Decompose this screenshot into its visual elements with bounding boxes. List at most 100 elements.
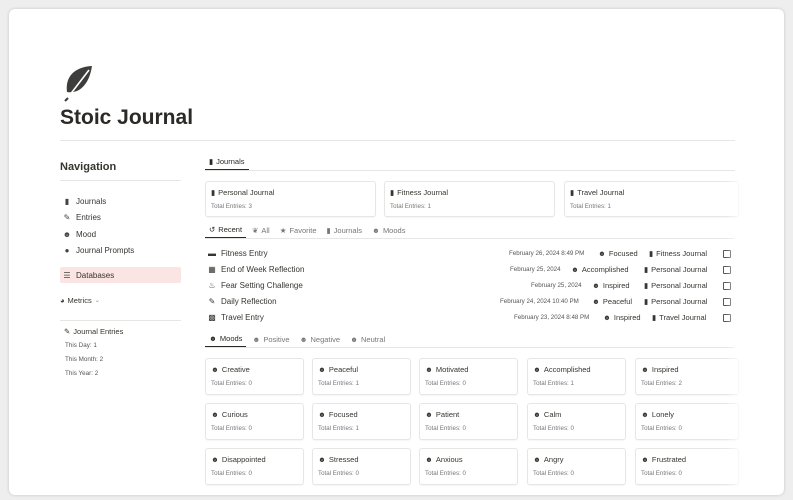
smiley-icon: ☻	[641, 455, 649, 464]
mood-card[interactable]: ☻ Patient Total Entries: 0	[419, 403, 518, 440]
mood-name: Calm	[543, 410, 562, 419]
leaf-icon: ❦	[252, 225, 259, 235]
lightbulb-icon: ●	[64, 245, 70, 255]
mood-name: Angry	[543, 455, 564, 464]
entry-row[interactable]: ♨ Fear Setting Challenge February 25, 202…	[205, 278, 735, 294]
mood-card[interactable]: ☻ Disappointed Total Entries: 0	[205, 448, 304, 485]
journal-name-label: Fitness Journal	[397, 188, 448, 197]
metrics-toggle[interactable]: ◕ Metrics ⌄	[60, 296, 100, 305]
mood-card[interactable]: ☻ Anxious Total Entries: 0	[419, 448, 518, 485]
tab-moods[interactable]: ☻ Moods	[368, 222, 409, 238]
nav-item-label: Journal Prompts	[76, 245, 135, 255]
smiley-icon: ☻	[425, 410, 433, 419]
smiley-icon: ☻	[211, 410, 219, 419]
entry-row[interactable]: ✎ Daily Reflection February 24, 2024 10:4…	[205, 294, 735, 310]
favorite-checkbox[interactable]	[723, 314, 731, 322]
nav-item-mood[interactable]: ☻ Mood	[60, 226, 181, 242]
mood-name: Disappointed	[221, 455, 266, 464]
entry-date: February 25, 2024	[531, 282, 582, 289]
entry-date: February 26, 2024 8:49 PM	[509, 250, 585, 257]
journal-name-label: Travel Journal	[577, 188, 625, 197]
database-icon: ☰	[63, 270, 71, 280]
mood-name: Patient	[435, 410, 460, 419]
entry-journal: Personal Journal	[651, 265, 708, 274]
mood-entry-count: Total Entries: 0	[211, 425, 252, 432]
entry-row[interactable]: ▩ Travel Entry February 23, 2024 8:48 PM …	[205, 310, 735, 326]
favorite-checkbox[interactable]	[723, 298, 731, 306]
leaf-icon[interactable]	[62, 64, 96, 102]
nav-item-databases[interactable]: ☰ Databases	[60, 267, 181, 283]
pen-icon: ✎	[64, 327, 71, 336]
mood-card[interactable]: ☻ Creative Total Entries: 0	[205, 358, 304, 395]
mood-card[interactable]: ☻ Curious Total Entries: 0	[205, 403, 304, 440]
tab-moods[interactable]: ☻ Moods	[205, 331, 247, 347]
smiley-icon: ☻	[598, 249, 606, 258]
entry-title: Daily Reflection	[221, 297, 277, 306]
mood-card[interactable]: ☻ Frustrated Total Entries: 0	[635, 448, 739, 485]
nav-item-label: Entries	[76, 212, 101, 222]
mood-card[interactable]: ☻ Calm Total Entries: 0	[527, 403, 626, 440]
mood-card[interactable]: ☻ Peaceful Total Entries: 1	[312, 358, 411, 395]
nav-item-label: Databases	[76, 270, 115, 280]
tab-journals[interactable]: ▮ Journals	[323, 222, 367, 238]
entry-mood: Inspired	[602, 281, 630, 290]
entries-view-tabs: ↺ Recent ❦ All ★ Favorite ▮ Journals ☻ Moods	[205, 223, 735, 239]
favorite-checkbox[interactable]	[723, 250, 731, 258]
mood-name: Motivated	[435, 365, 469, 374]
smiley-icon: ☻	[533, 455, 541, 464]
tab-label: Moods	[382, 225, 406, 235]
mood-name: Frustrated	[651, 455, 687, 464]
smiley-icon: ☻	[211, 365, 219, 374]
journal-name: ▮ Personal Journal	[211, 188, 274, 197]
smiley-icon: ☻	[425, 455, 433, 464]
mood-card[interactable]: ☻ Angry Total Entries: 0	[527, 448, 626, 485]
mood-card[interactable]: ☻ Lonely Total Entries: 0	[635, 403, 739, 440]
book-icon: ▮	[390, 188, 395, 197]
entry-date: February 24, 2024 10:40 PM	[500, 298, 579, 305]
mood-card[interactable]: ☻ Stressed Total Entries: 0	[312, 448, 411, 485]
mood-card[interactable]: ☻ Motivated Total Entries: 0	[419, 358, 518, 395]
smiley-icon: ☻	[533, 410, 541, 419]
journal-card[interactable]: ▮ Travel Journal Total Entries: 1	[564, 181, 739, 217]
journal-card[interactable]: ▮ Personal Journal Total Entries: 3	[205, 181, 376, 217]
title-divider	[60, 140, 735, 141]
entry-row[interactable]: ▬ Fitness Entry February 26, 2024 8:49 PM…	[205, 246, 735, 262]
entry-row[interactable]: ▦ End of Week Reflection February 25, 202…	[205, 262, 735, 278]
tab-neutral[interactable]: ☻ Neutral	[346, 331, 389, 347]
nav-item-journals[interactable]: ▮ Journals	[60, 193, 181, 209]
tab-negative[interactable]: ☻ Negative	[296, 331, 345, 347]
mood-card[interactable]: ☻ Inspired Total Entries: 2	[635, 358, 739, 395]
smiley-icon: ☻	[350, 334, 359, 344]
tab-recent[interactable]: ↺ Recent	[205, 222, 247, 238]
mood-card[interactable]: ☻ Focused Total Entries: 1	[312, 403, 411, 440]
mood-entry-count: Total Entries: 1	[533, 380, 574, 387]
smiley-icon: ☻	[318, 365, 326, 374]
favorite-checkbox[interactable]	[723, 282, 731, 290]
mood-entry-count: Total Entries: 0	[211, 380, 252, 387]
journal-entry-count: Total Entries: 1	[570, 203, 611, 210]
history-icon: ↺	[209, 225, 216, 234]
journals-view-tabs: ▮ Journals	[205, 155, 735, 171]
notion-page: Stoic Journal Navigation ▮ Journals ✎ En…	[9, 9, 784, 495]
smiley-icon: ☻	[641, 410, 649, 419]
nav-item-journal-prompts[interactable]: ● Journal Prompts	[60, 242, 181, 258]
tab-all[interactable]: ❦ All	[248, 222, 274, 238]
nav-item-entries[interactable]: ✎ Entries	[60, 209, 181, 225]
tab-positive[interactable]: ☻ Positive	[248, 331, 293, 347]
favorite-checkbox[interactable]	[723, 266, 731, 274]
journal-card[interactable]: ▮ Fitness Journal Total Entries: 1	[384, 181, 555, 217]
entry-mood: Peaceful	[602, 297, 633, 306]
entry-journal: Personal Journal	[651, 297, 708, 306]
mood-name: Focused	[328, 410, 358, 419]
mood-name: Creative	[221, 365, 250, 374]
book-icon: ▮	[644, 297, 649, 306]
chevron-down-icon: ⌄	[94, 298, 100, 304]
tab-favorite[interactable]: ★ Favorite	[276, 222, 321, 238]
mood-card[interactable]: ☻ Accomplished Total Entries: 1	[527, 358, 626, 395]
star-icon: ★	[279, 225, 287, 235]
tab-label: Recent	[218, 225, 243, 234]
tab-journals[interactable]: ▮ Journals	[205, 154, 249, 170]
smiley-icon: ☻	[533, 365, 541, 374]
map-icon: ▩	[208, 313, 216, 322]
mood-entry-count: Total Entries: 0	[533, 470, 574, 477]
